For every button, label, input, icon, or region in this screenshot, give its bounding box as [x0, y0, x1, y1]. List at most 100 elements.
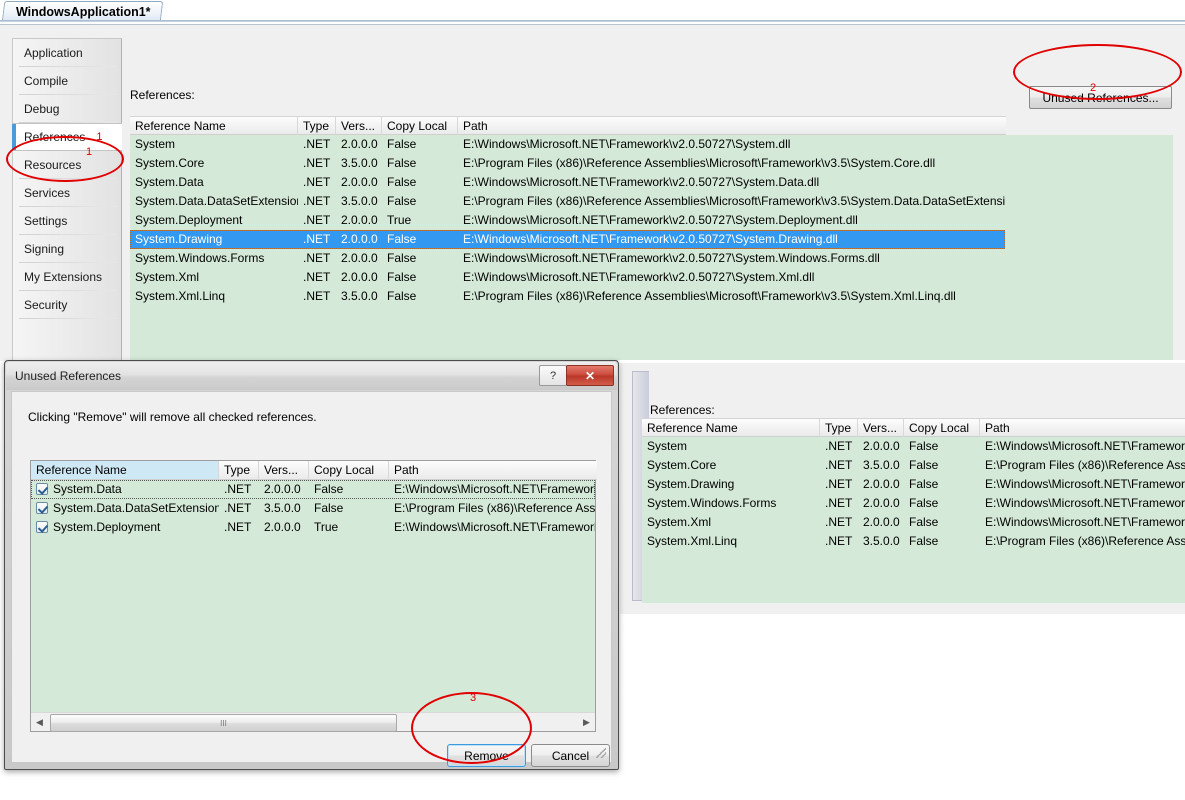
table-row[interactable]: System.Deployment .NET 2.0.0.0 True E:\Windo… — [130, 211, 1173, 230]
property-pages-tab-list: Application Compile Debug References 1 Resour… — [12, 38, 122, 362]
cell-copy-local: False — [387, 289, 417, 303]
column-header-path[interactable]: Path — [980, 419, 1185, 437]
remove-button[interactable]: Remove — [447, 744, 526, 767]
column-header-path[interactable]: Path — [458, 117, 1006, 135]
resize-grip[interactable] — [596, 748, 606, 758]
table-row[interactable]: System.Xml.Linq .NET 3.5.0.0 False E:\Progra… — [130, 287, 1173, 306]
column-header-type[interactable]: Type — [219, 461, 259, 479]
table-row[interactable]: System.Data .NET 2.0.0.0 False E:\Windows\Mi… — [130, 173, 1173, 192]
column-header-copy-local[interactable]: Copy Local — [904, 419, 980, 437]
close-icon[interactable]: ✕ — [566, 365, 614, 386]
column-header-reference-name[interactable]: Reference Name — [130, 117, 298, 135]
table-row[interactable]: System.Windows.Forms .NET 2.0.0.0 False E:\W… — [130, 249, 1173, 268]
document-tab-windowsapplication1[interactable]: WindowsApplication1* — [1, 1, 163, 22]
cell-type: .NET — [303, 251, 331, 265]
help-icon[interactable]: ? — [539, 365, 567, 386]
cell-path: E:\Windows\Microsoft.NET\Framework\ — [985, 496, 1185, 510]
column-header-vers[interactable]: Vers... — [259, 461, 309, 479]
background-references-grid-header: Reference Name Type Vers... Copy Local Path — [642, 418, 1185, 437]
sidebar-item-references[interactable]: References 1 — [12, 123, 122, 151]
cell-name: System.Data — [135, 175, 204, 189]
sidebar-item-my-extensions[interactable]: My Extensions — [13, 263, 121, 291]
table-row[interactable]: System.Data .NET 2.0.0.0 False E:\Windows\Mi… — [31, 480, 595, 499]
cell-path: E:\Windows\Microsoft.NET\Framework\v2 — [394, 482, 595, 496]
cell-version: 2.0.0.0 — [341, 175, 378, 189]
cell-copy-local: False — [387, 194, 417, 208]
cell-version: 2.0.0.0 — [863, 496, 900, 510]
sidebar-item-label: Settings — [24, 214, 68, 228]
dialog-titlebar[interactable]: Unused References ? ✕ — [6, 362, 617, 390]
table-row[interactable]: System .NET 2.0.0.0 False E:\Windows\Microso… — [642, 437, 1185, 456]
unused-references-button[interactable]: Unused References... — [1029, 86, 1172, 109]
table-row[interactable]: System.Core .NET 3.5.0.0 False E:\Program Fi… — [642, 456, 1185, 475]
background-references-grid-body[interactable]: System .NET 2.0.0.0 False E:\Windows\Microso… — [642, 437, 1185, 603]
scrollbar-grip: III — [220, 719, 227, 728]
background-references-label: References: — [650, 403, 715, 417]
cell-version: 3.5.0.0 — [863, 458, 900, 472]
cell-copy-local: True — [387, 213, 412, 227]
sidebar-item-settings[interactable]: Settings — [13, 207, 121, 235]
column-header-type[interactable]: Type — [820, 419, 858, 437]
sidebar-item-services[interactable]: Services — [13, 179, 121, 207]
table-row[interactable]: System.Xml.Linq .NET 3.5.0.0 False E:\Progra… — [642, 532, 1185, 551]
sidebar-item-compile[interactable]: Compile — [13, 67, 121, 95]
column-header-copy-local[interactable]: Copy Local — [309, 461, 389, 479]
column-header-type[interactable]: Type — [298, 117, 336, 135]
sidebar-item-application[interactable]: Application — [13, 39, 121, 67]
cell-type: .NET — [303, 232, 331, 246]
column-header-copy-local[interactable]: Copy Local — [382, 117, 458, 135]
table-row[interactable]: System.Deployment .NET 2.0.0.0 True E:\Windo… — [31, 518, 595, 537]
cell-path: E:\Windows\Microsoft.NET\Framework\v2.0.… — [463, 251, 880, 265]
horizontal-scrollbar[interactable]: ◀ III ▶ — [31, 712, 595, 732]
cell-version: 2.0.0.0 — [863, 477, 900, 491]
sidebar-item-resources[interactable]: Resources — [13, 151, 121, 179]
sidebar-item-security[interactable]: Security — [13, 291, 121, 319]
cell-copy-local: False — [314, 482, 344, 496]
checkbox-icon[interactable] — [36, 483, 48, 495]
table-row[interactable]: System.Data.DataSetExtensions .NET 3.5.0.0… — [31, 499, 595, 518]
column-header-reference-name[interactable]: Reference Name — [642, 419, 820, 437]
sidebar-item-signing[interactable]: Signing — [13, 235, 121, 263]
column-header-vers[interactable]: Vers... — [858, 419, 904, 437]
cell-type: .NET — [825, 439, 853, 453]
unused-references-grid[interactable]: Reference Name Type Vers... Copy Local Path … — [30, 460, 597, 732]
cell-type: .NET — [825, 534, 853, 548]
checkbox-icon[interactable] — [36, 521, 48, 533]
cell-version: 2.0.0.0 — [264, 482, 301, 496]
cell-name: System.Data.DataSetExtensions — [53, 501, 219, 515]
unused-references-grid-body[interactable]: System.Data .NET 2.0.0.0 False E:\Windows\Mi… — [31, 480, 595, 712]
references-grid-body[interactable]: System .NET 2.0.0.0 False E:\Windows\Microso… — [130, 135, 1173, 378]
table-row[interactable]: System.Xml .NET 2.0.0.0 False E:\Windows\Mic… — [130, 268, 1173, 287]
cell-type: .NET — [303, 194, 331, 208]
column-header-reference-name[interactable]: Reference Name — [31, 461, 219, 479]
cell-path: E:\Windows\Microsoft.NET\Framework\v2.0.… — [463, 137, 791, 151]
checkbox-icon[interactable] — [36, 502, 48, 514]
cell-name: System.Data — [53, 482, 122, 496]
cell-type: .NET — [303, 175, 331, 189]
table-row[interactable]: System.Data.DataSetExtensions .NET 3.5.0.0… — [130, 192, 1173, 211]
scroll-right-arrow-icon[interactable]: ▶ — [578, 713, 595, 731]
column-header-path[interactable]: Path — [389, 461, 595, 479]
cell-name: System.Xml.Linq — [647, 534, 738, 548]
cell-version: 2.0.0.0 — [341, 270, 378, 284]
sidebar-item-label: Services — [24, 186, 71, 200]
cell-type: .NET — [303, 137, 331, 151]
scrollbar-thumb[interactable]: III — [50, 714, 397, 732]
cell-name: System.Data.DataSetExtensions — [135, 194, 298, 208]
table-row[interactable]: System .NET 2.0.0.0 False E:\Windows\Microso… — [130, 135, 1173, 154]
cell-name: System.Xml — [135, 270, 200, 284]
column-header-vers[interactable]: Vers... — [336, 117, 382, 135]
cell-path: E:\Program Files (x86)\Reference Assembl… — [463, 289, 956, 303]
table-row[interactable]: System.Xml .NET 2.0.0.0 False E:\Windows\Mic… — [642, 513, 1185, 532]
table-row[interactable]: System.Drawing .NET 2.0.0.0 False E:\Windows… — [642, 475, 1185, 494]
scroll-left-arrow-icon[interactable]: ◀ — [31, 713, 48, 731]
cell-type: .NET — [224, 501, 252, 515]
cell-version: 3.5.0.0 — [341, 156, 378, 170]
unused-references-grid-header: Reference Name Type Vers... Copy Local Path — [31, 461, 597, 480]
table-row[interactable]: System.Windows.Forms .NET 2.0.0.0 False E:\W… — [642, 494, 1185, 513]
cell-name: System.Deployment — [135, 213, 243, 227]
table-row[interactable]: System.Core .NET 3.5.0.0 False E:\Program Fi… — [130, 154, 1173, 173]
cell-name: System.Xml.Linq — [135, 289, 226, 303]
table-row[interactable]: System.Drawing .NET 2.0.0.0 False E:\Windows… — [130, 230, 1005, 249]
sidebar-item-debug[interactable]: Debug — [13, 95, 121, 123]
